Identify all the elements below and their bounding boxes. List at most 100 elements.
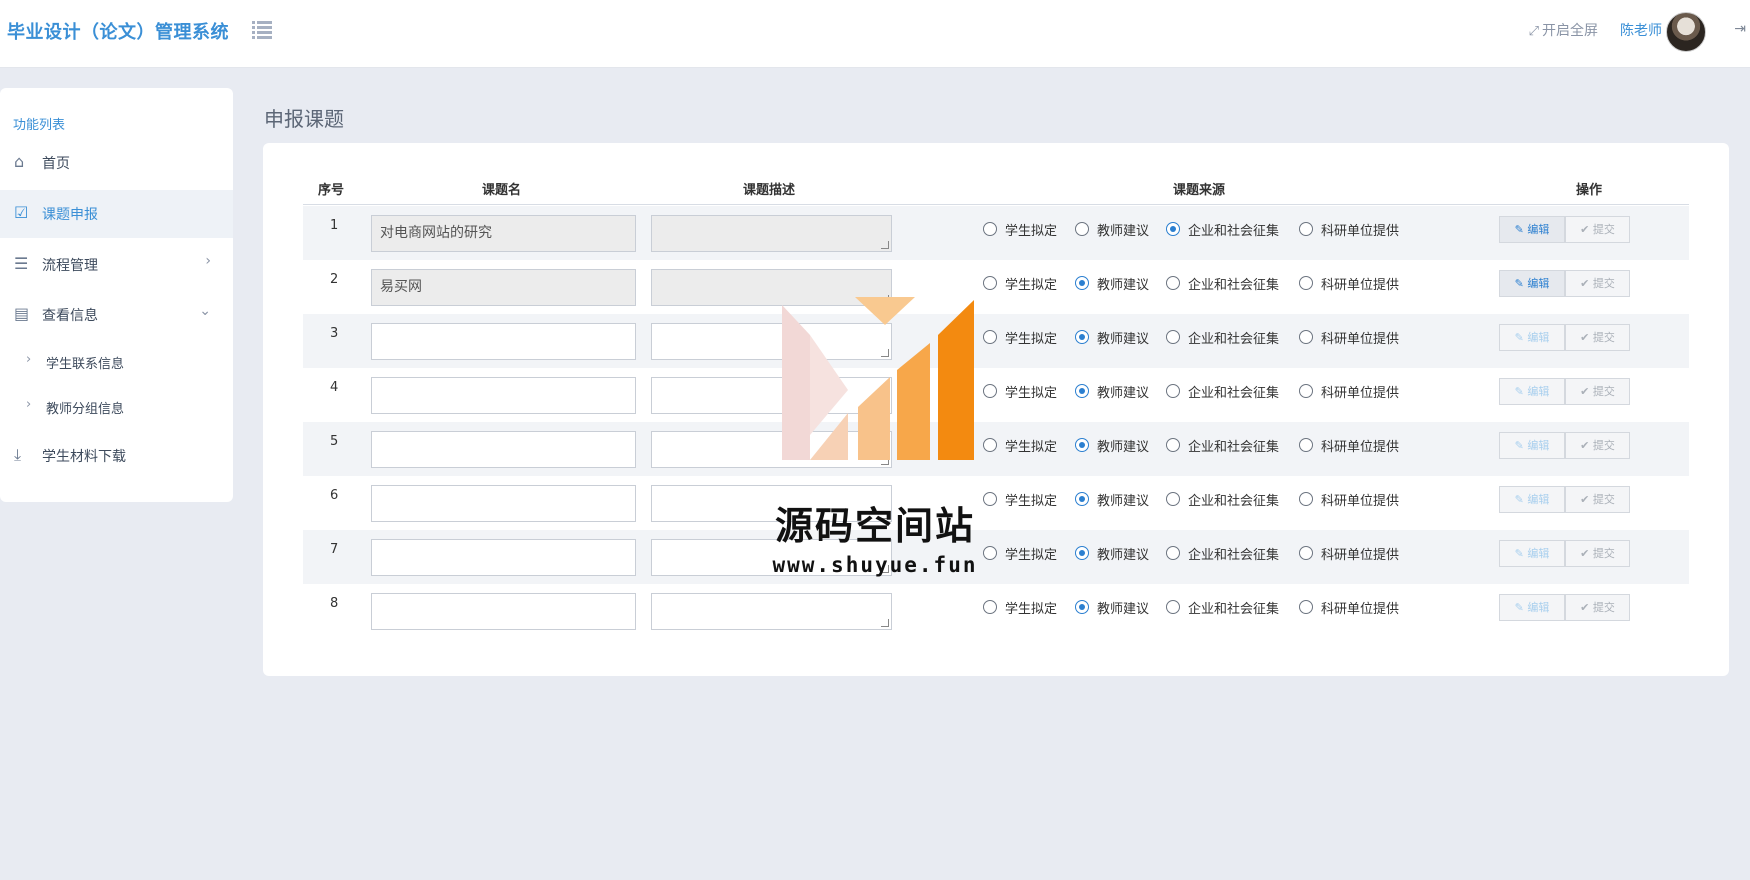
topic-name-input[interactable]: [371, 431, 636, 468]
radio-icon[interactable]: [983, 330, 997, 344]
edit-button[interactable]: ✎ 编辑: [1499, 540, 1565, 567]
submit-button[interactable]: ✔ 提交: [1565, 216, 1630, 243]
topic-desc-textarea[interactable]: [651, 539, 892, 576]
radio-icon[interactable]: [983, 438, 997, 452]
download-icon: ⤓: [14, 445, 22, 464]
col-source: 课题来源: [1173, 183, 1226, 198]
edit-icon: ✎: [1514, 223, 1528, 236]
radio-icon[interactable]: [1166, 222, 1180, 236]
radio-icon[interactable]: [1299, 330, 1313, 344]
radio-icon[interactable]: [1075, 438, 1089, 452]
radio-label: 学生拟定: [1005, 494, 1058, 509]
menu-toggle-icon[interactable]: [252, 21, 272, 39]
table-row: 6 学生拟定 教师建议 企业和社会征集 科研单位提供 ✎ 编辑 ✔ 提交: [303, 476, 1689, 530]
fullscreen-button[interactable]: ⤢ 开启全屏: [1529, 20, 1598, 40]
topic-name-input[interactable]: [371, 593, 636, 630]
radio-icon[interactable]: [983, 492, 997, 506]
topic-desc-textarea[interactable]: [651, 269, 892, 306]
edit-label: 编辑: [1527, 547, 1550, 560]
radio-icon[interactable]: [983, 222, 997, 236]
sidebar-item-view-info[interactable]: ▤ 查看信息 ⌄: [0, 291, 233, 339]
radio-icon[interactable]: [1299, 384, 1313, 398]
radio-icon[interactable]: [1075, 546, 1089, 560]
radio-icon[interactable]: [1166, 438, 1180, 452]
top-header: 毕业设计（论文）管理系统 ⤢ 开启全屏 陈老师 ⇥: [0, 0, 1750, 68]
sidebar-item-label: 查看信息: [42, 308, 98, 324]
topic-desc-textarea[interactable]: [651, 431, 892, 468]
submit-button[interactable]: ✔ 提交: [1565, 594, 1630, 621]
submit-label: 提交: [1592, 601, 1615, 614]
edit-button[interactable]: ✎ 编辑: [1499, 594, 1565, 621]
radio-icon[interactable]: [1299, 600, 1313, 614]
submit-button[interactable]: ✔ 提交: [1565, 486, 1630, 513]
edit-button[interactable]: ✎ 编辑: [1499, 270, 1565, 297]
submit-button[interactable]: ✔ 提交: [1565, 324, 1630, 351]
radio-icon[interactable]: [983, 384, 997, 398]
radio-icon[interactable]: [1075, 384, 1089, 398]
radio-icon[interactable]: [1075, 222, 1089, 236]
submit-button[interactable]: ✔ 提交: [1565, 432, 1630, 459]
logout-icon[interactable]: ⇥: [1734, 21, 1746, 37]
row-number: 2: [330, 272, 339, 287]
edit-button[interactable]: ✎ 编辑: [1499, 432, 1565, 459]
sidebar-item-topic-declare[interactable]: ☑ 课题申报: [0, 190, 233, 238]
edit-icon: ✎: [1514, 385, 1528, 398]
edit-label: 编辑: [1527, 277, 1550, 290]
radio-icon[interactable]: [1075, 492, 1089, 506]
radio-icon[interactable]: [1299, 276, 1313, 290]
topic-name-input[interactable]: [371, 377, 636, 414]
radio-icon[interactable]: [1075, 276, 1089, 290]
topic-desc-textarea[interactable]: [651, 593, 892, 630]
avatar[interactable]: [1666, 12, 1706, 52]
col-num: 序号: [318, 183, 345, 198]
sidebar-subitem-teacher-group[interactable]: › 教师分组信息: [0, 388, 233, 428]
radio-icon[interactable]: [1075, 600, 1089, 614]
radio-icon[interactable]: [1299, 222, 1313, 236]
submit-button[interactable]: ✔ 提交: [1565, 378, 1630, 405]
radio-icon[interactable]: [1166, 600, 1180, 614]
submit-label: 提交: [1592, 493, 1615, 506]
radio-icon[interactable]: [1166, 546, 1180, 560]
topic-name-input[interactable]: [371, 323, 636, 360]
radio-icon[interactable]: [1299, 438, 1313, 452]
topic-desc-textarea[interactable]: [651, 377, 892, 414]
sidebar-item-download[interactable]: ⤓ 学生材料下载: [0, 432, 233, 480]
edit-button[interactable]: ✎ 编辑: [1499, 216, 1565, 243]
edit-button[interactable]: ✎ 编辑: [1499, 324, 1565, 351]
radio-label: 学生拟定: [1005, 440, 1058, 455]
user-name[interactable]: 陈老师: [1620, 20, 1662, 40]
topic-name-input[interactable]: [371, 485, 636, 522]
submit-button[interactable]: ✔ 提交: [1565, 270, 1630, 297]
sidebar-item-home[interactable]: ⌂ 首页: [0, 139, 233, 187]
chevron-right-icon: ›: [26, 397, 32, 412]
radio-icon[interactable]: [1166, 330, 1180, 344]
table-row: 2 易买网 学生拟定 教师建议 企业和社会征集 科研单位提供 ✎ 编辑 ✔ 提交: [303, 260, 1689, 314]
radio-icon[interactable]: [983, 600, 997, 614]
radio-icon[interactable]: [1166, 492, 1180, 506]
radio-label: 学生拟定: [1005, 224, 1058, 239]
radio-icon[interactable]: [1166, 276, 1180, 290]
radio-label: 学生拟定: [1005, 332, 1058, 347]
radio-label: 教师建议: [1097, 494, 1150, 509]
topic-name-input[interactable]: [371, 539, 636, 576]
radio-label: 教师建议: [1097, 278, 1150, 293]
edit-button[interactable]: ✎ 编辑: [1499, 378, 1565, 405]
radio-icon[interactable]: [1299, 546, 1313, 560]
radio-icon[interactable]: [1075, 330, 1089, 344]
sidebar-item-process[interactable]: ☰ 流程管理 ›: [0, 241, 233, 289]
sidebar-title: 功能列表: [13, 118, 66, 133]
sidebar-subitem-student-contact[interactable]: › 学生联系信息: [0, 343, 233, 383]
radio-icon[interactable]: [1299, 492, 1313, 506]
radio-label: 教师建议: [1097, 224, 1150, 239]
radio-icon[interactable]: [983, 546, 997, 560]
radio-icon[interactable]: [1166, 384, 1180, 398]
topic-desc-textarea[interactable]: [651, 323, 892, 360]
edit-button[interactable]: ✎ 编辑: [1499, 486, 1565, 513]
topic-name-input[interactable]: 易买网: [371, 269, 636, 306]
submit-button[interactable]: ✔ 提交: [1565, 540, 1630, 567]
topic-desc-textarea[interactable]: [651, 485, 892, 522]
radio-icon[interactable]: [983, 276, 997, 290]
topic-desc-textarea[interactable]: [651, 215, 892, 252]
topic-name-input[interactable]: 对电商网站的研究: [371, 215, 636, 252]
edit-icon: ✎: [1514, 331, 1528, 344]
